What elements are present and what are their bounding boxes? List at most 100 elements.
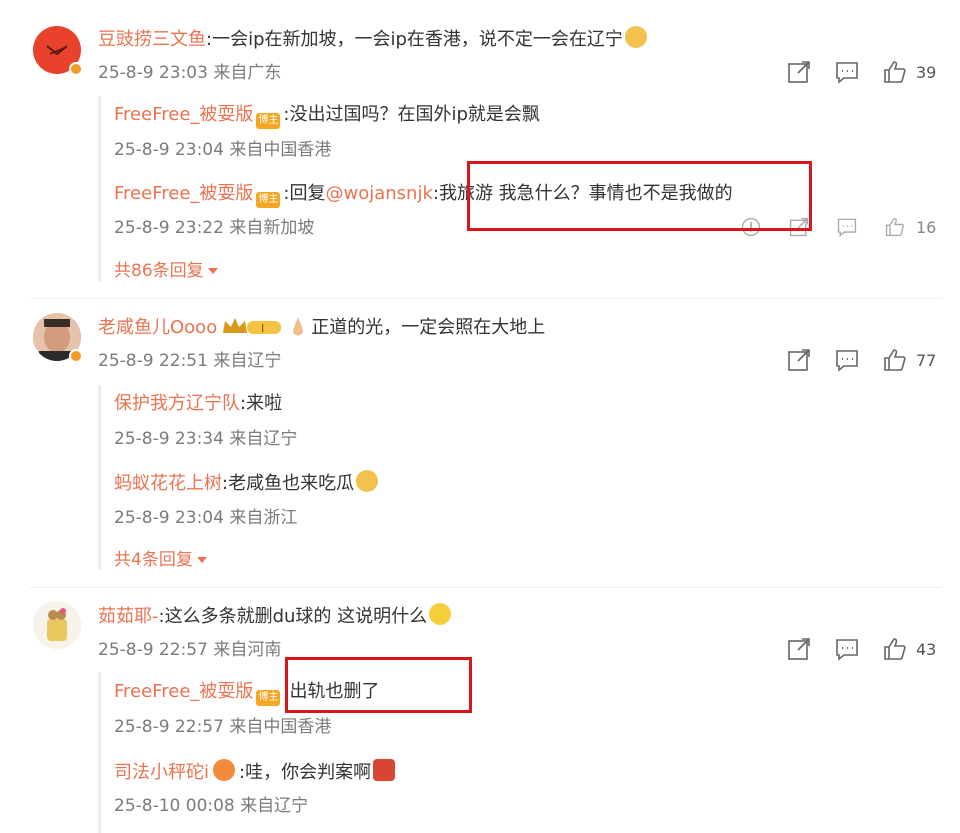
prayer-hands-emoji-icon <box>293 317 304 336</box>
reply-username[interactable]: FreeFree_被耍版 <box>114 681 253 702</box>
timestamp: 25-8-9 23:04 <box>114 140 224 160</box>
like-count: 39 <box>916 63 937 82</box>
reply-meta: 25-8-9 22:57 来自中国香港 <box>114 716 331 738</box>
reply-username[interactable]: 司法小秤砣i <box>114 762 209 783</box>
reply-username[interactable]: FreeFree_被耍版 <box>114 183 253 204</box>
report-icon[interactable] <box>740 216 762 238</box>
author-badge: 博主 <box>256 113 281 129</box>
comment-meta: 25-8-9 22:57 来自河南 <box>98 639 281 661</box>
comment-meta: 25-8-9 22:51 来自辽宁 <box>98 350 281 372</box>
verified-badge <box>69 349 83 363</box>
comment-2-line: 老咸鱼儿Oooo I 正道的光，一定会照在大地上 <box>98 315 545 340</box>
reply-line: FreeFree_被耍版 博主:没出过国吗？在国外ip就是会飘 <box>114 103 540 129</box>
reply-line: 司法小秤砣i :哇，你会判案啊 <box>114 759 396 785</box>
reply-text: :哇，你会判案啊 <box>239 762 372 783</box>
author-badge: 博主 <box>256 192 281 208</box>
reply-username[interactable]: 蚂蚁花花上树 <box>114 473 222 494</box>
reply-meta: 25-8-9 23:34 来自辽宁 <box>114 428 297 450</box>
location: 来自辽宁 <box>229 429 298 449</box>
chevron-down-icon <box>207 268 218 274</box>
verified-badge <box>69 62 83 76</box>
comment-3-line: 茹茹耶-:这么多条就删du球的 这说明什么 <box>98 603 452 629</box>
reply-meta: 25-8-9 23:22 来自新加坡 <box>114 217 314 239</box>
location: 来自广东 <box>213 63 282 83</box>
avatar[interactable] <box>33 601 81 649</box>
share-icon[interactable] <box>786 347 812 373</box>
reply-thread-bar <box>98 385 101 570</box>
comment-icon[interactable] <box>834 59 860 85</box>
reply-username[interactable]: FreeFree_被耍版 <box>114 104 253 125</box>
location: 来自浙江 <box>229 508 298 528</box>
location: 来自中国香港 <box>229 140 332 160</box>
reply-thread-bar <box>98 672 101 833</box>
comment-icon[interactable] <box>834 636 860 662</box>
reply-line: FreeFree_被耍版 博主:回复@wojansnjk:我旅游 我急什么？事情也… <box>114 182 733 208</box>
timestamp: 25-8-9 22:57 <box>98 640 208 660</box>
more-replies-label: 共4条回复 <box>114 550 193 570</box>
timestamp: 25-8-9 23:22 <box>114 218 224 238</box>
comment-icon[interactable] <box>836 216 858 238</box>
author-badge: 博主 <box>256 690 281 706</box>
username[interactable]: 豆豉捞三文鱼 <box>98 29 206 50</box>
doge-emoji-icon <box>356 470 379 492</box>
divider <box>30 587 942 588</box>
reply-line: FreeFree_被耍版 博主:出轨也删了 <box>114 680 379 706</box>
share-icon[interactable] <box>786 636 812 662</box>
username[interactable]: 茹茹耶- <box>98 606 159 627</box>
timestamp: 25-8-10 00:08 <box>114 796 235 816</box>
comment-1-line: 豆豉捞三文鱼:一会ip在新加坡，一会ip在香港，说不定一会在辽宁 <box>98 26 647 52</box>
reply-line: 保护我方辽宁队:来啦 <box>114 392 282 416</box>
like-count: 43 <box>916 640 937 659</box>
reply-prefix: :回复 <box>283 183 326 204</box>
comment-meta: 25-8-9 23:03 来自广东 <box>98 62 281 84</box>
reply-text: :没出过国吗？在国外ip就是会飘 <box>283 104 540 125</box>
membership-crown-icon: I <box>223 318 282 335</box>
reply-text: :出轨也删了 <box>283 681 380 702</box>
like-count: 77 <box>916 351 937 370</box>
timestamp: 25-8-9 22:51 <box>98 351 208 371</box>
location: 来自中国香港 <box>229 717 332 737</box>
avatar[interactable] <box>33 26 83 76</box>
like-icon[interactable] <box>882 59 908 85</box>
timestamp: 25-8-9 22:57 <box>114 717 224 737</box>
location: 来自辽宁 <box>213 351 282 371</box>
divider <box>30 298 942 299</box>
location: 来自新加坡 <box>229 218 315 238</box>
cake-emoji-icon <box>373 759 396 781</box>
reply-text: :来啦 <box>240 393 283 414</box>
crown-level: I <box>261 322 264 335</box>
like-icon[interactable] <box>882 636 908 662</box>
timestamp: 25-8-9 23:03 <box>98 63 208 83</box>
smile-emoji-icon <box>429 603 452 625</box>
comment-icon[interactable] <box>834 347 860 373</box>
username[interactable]: 老咸鱼儿Oooo <box>98 317 217 338</box>
location: 来自河南 <box>213 640 282 660</box>
reply-meta: 25-8-10 00:08 来自辽宁 <box>114 795 308 817</box>
comment-text: :这么多条就删du球的 这说明什么 <box>158 606 428 627</box>
doge-emoji-icon <box>624 26 647 48</box>
comment-text: :一会ip在新加坡，一会ip在香港，说不定一会在辽宁 <box>206 29 623 50</box>
more-replies-link[interactable]: 共86条回复 <box>114 260 219 282</box>
like-icon[interactable] <box>884 216 906 238</box>
reply-text: :我旅游 我急什么？事情也不是我做的 <box>432 183 733 204</box>
reply-line: 蚂蚁花花上树:老咸鱼也来吃瓜 <box>114 470 379 496</box>
chevron-down-icon <box>196 557 207 563</box>
reply-thread-bar <box>98 96 101 282</box>
like-icon[interactable] <box>882 347 908 373</box>
mention-link[interactable]: @wojansnjk <box>325 183 432 204</box>
timestamp: 25-8-9 23:04 <box>114 508 224 528</box>
user-badge-icon <box>213 759 236 781</box>
timestamp: 25-8-9 23:34 <box>114 429 224 449</box>
more-replies-link[interactable]: 共4条回复 <box>114 549 208 571</box>
reply-text: :老咸鱼也来吃瓜 <box>222 473 355 494</box>
reply-meta: 25-8-9 23:04 来自中国香港 <box>114 139 331 161</box>
share-icon[interactable] <box>788 216 810 238</box>
location: 来自辽宁 <box>240 796 309 816</box>
reply-username[interactable]: 保护我方辽宁队 <box>114 393 240 414</box>
share-icon[interactable] <box>786 59 812 85</box>
more-replies-label: 共86条回复 <box>114 261 204 281</box>
comment-text: 正道的光，一定会照在大地上 <box>311 317 546 338</box>
reply-meta: 25-8-9 23:04 来自浙江 <box>114 507 297 529</box>
avatar-cartoon-icon <box>33 601 81 649</box>
avatar[interactable] <box>33 313 83 363</box>
